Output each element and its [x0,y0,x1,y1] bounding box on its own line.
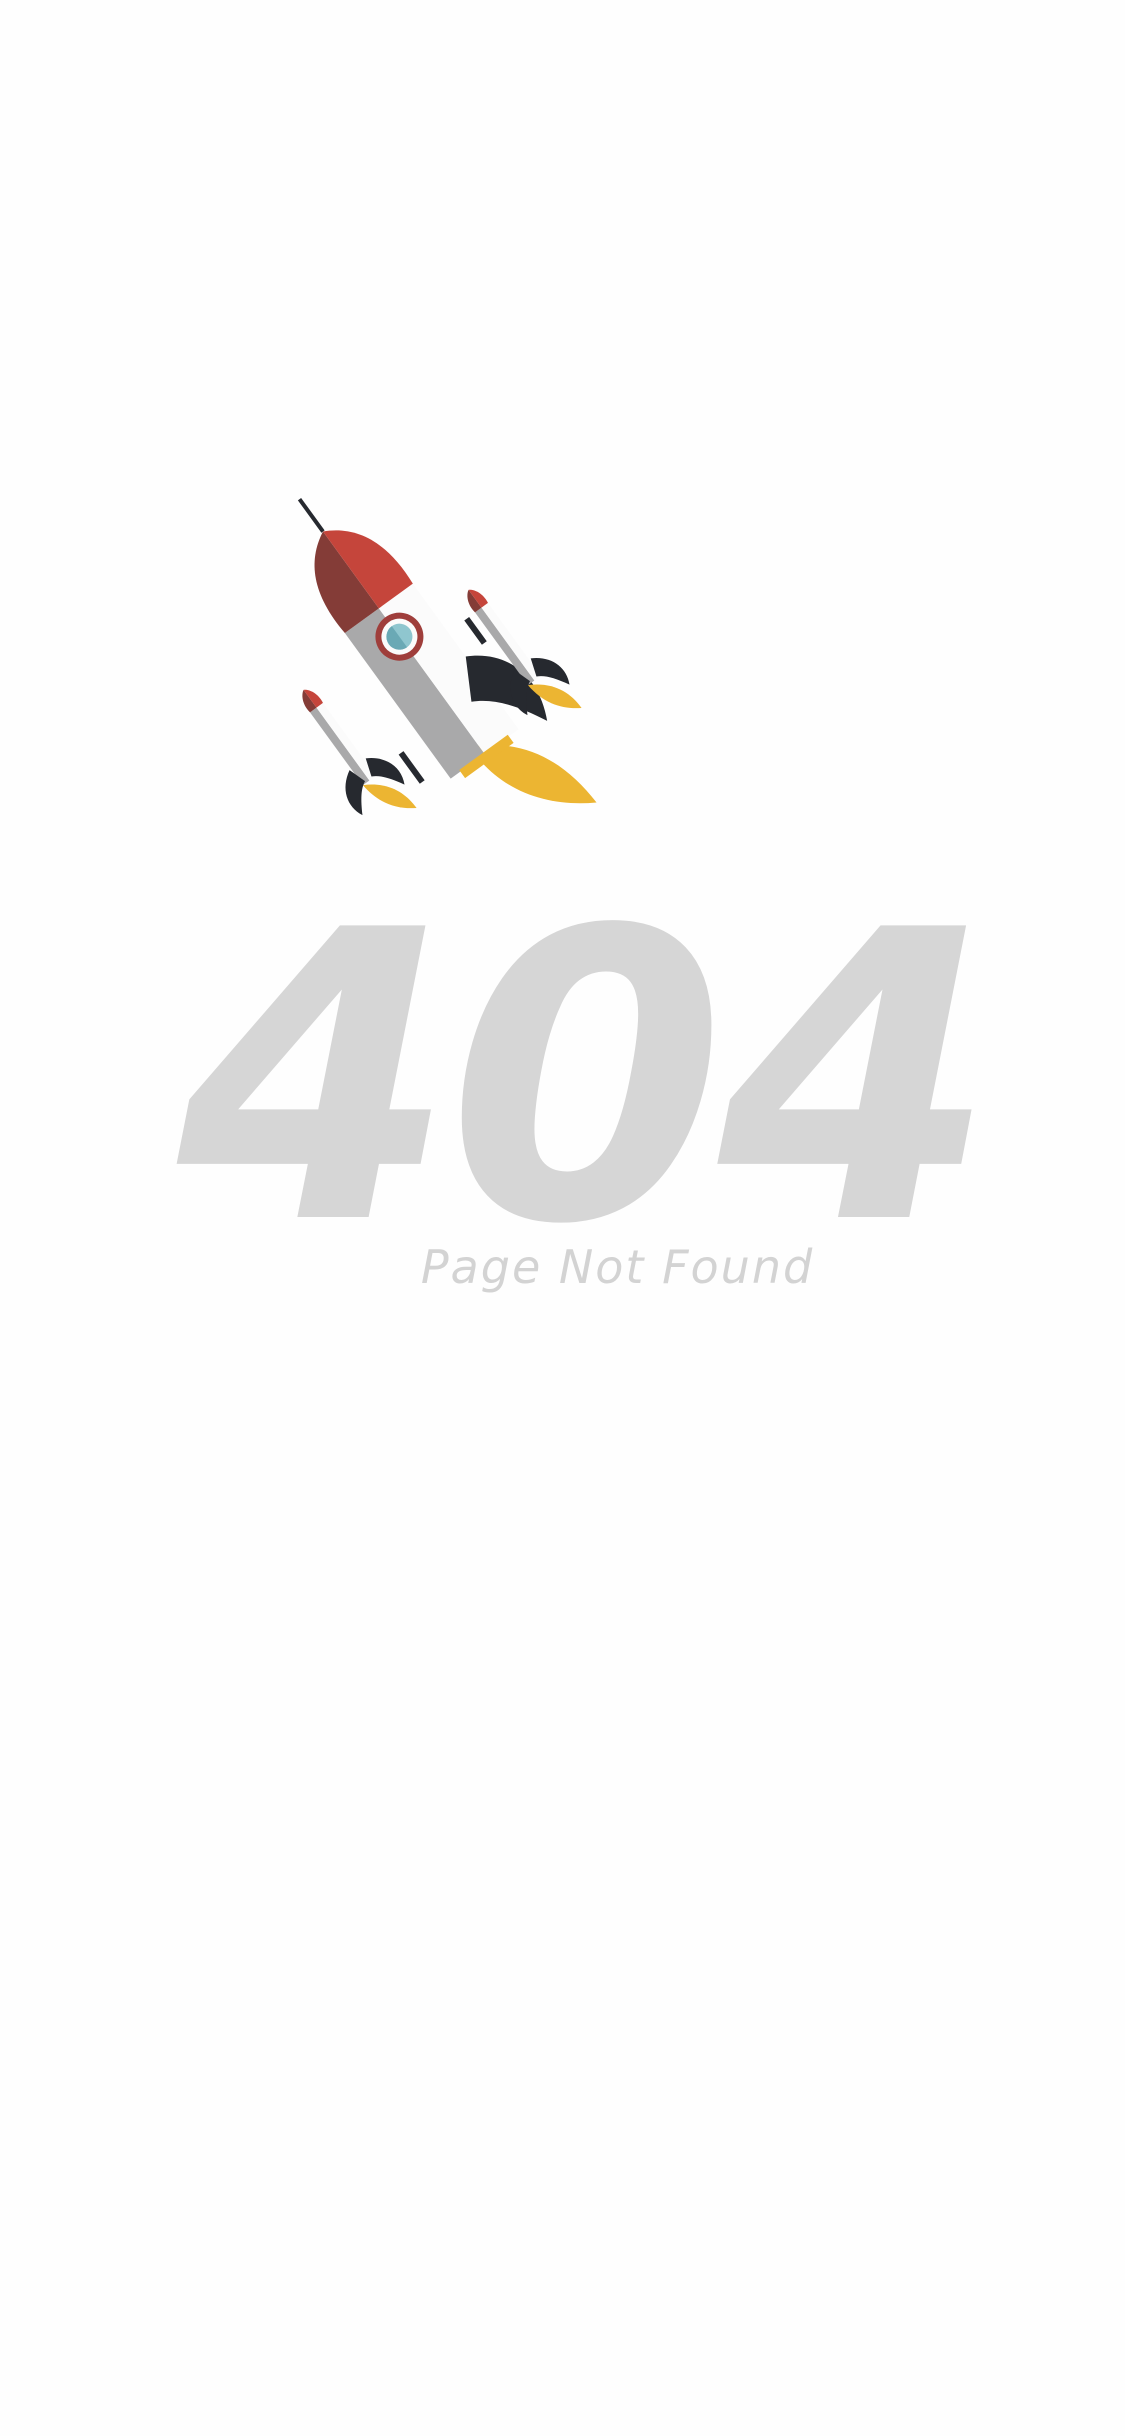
rocket-icon [297,497,597,816]
error-message: Page Not Found [420,1240,815,1294]
error-code: 404 [177,847,996,1312]
